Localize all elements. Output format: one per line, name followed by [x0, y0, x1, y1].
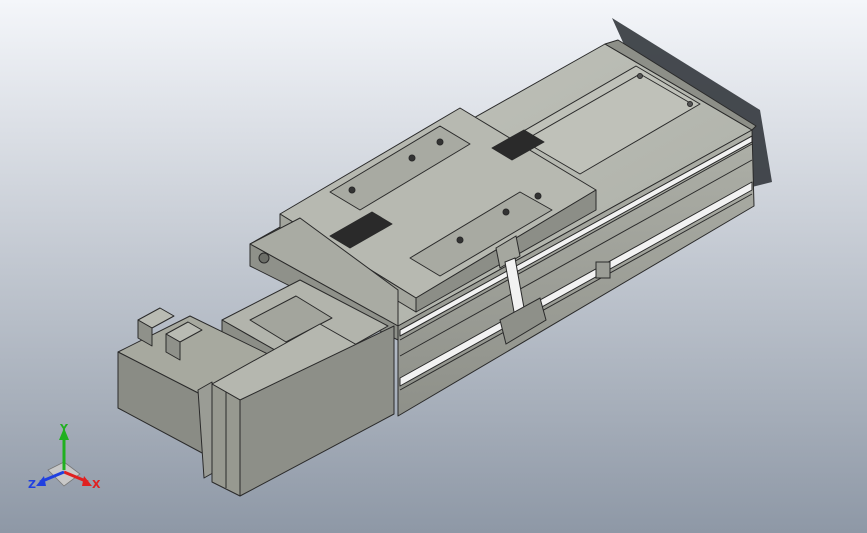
pad-screw	[456, 236, 464, 244]
limit-sensor	[595, 261, 611, 279]
pad-screw	[436, 138, 444, 146]
pad-screw	[408, 154, 416, 162]
linear-actuator-model[interactable]: X Y Z	[0, 0, 867, 533]
rear-cover-screw	[687, 101, 693, 107]
pad-screw	[348, 186, 356, 194]
end-block-bore	[258, 252, 270, 264]
rear-cover-screw	[637, 73, 643, 79]
z-axis-label: Z	[28, 478, 36, 491]
pad-screw	[502, 208, 510, 216]
y-axis-label: Y	[59, 422, 69, 435]
cad-viewport[interactable]: X Y Z	[0, 0, 867, 533]
x-axis-label: X	[92, 478, 101, 491]
pad-screw	[534, 192, 542, 200]
